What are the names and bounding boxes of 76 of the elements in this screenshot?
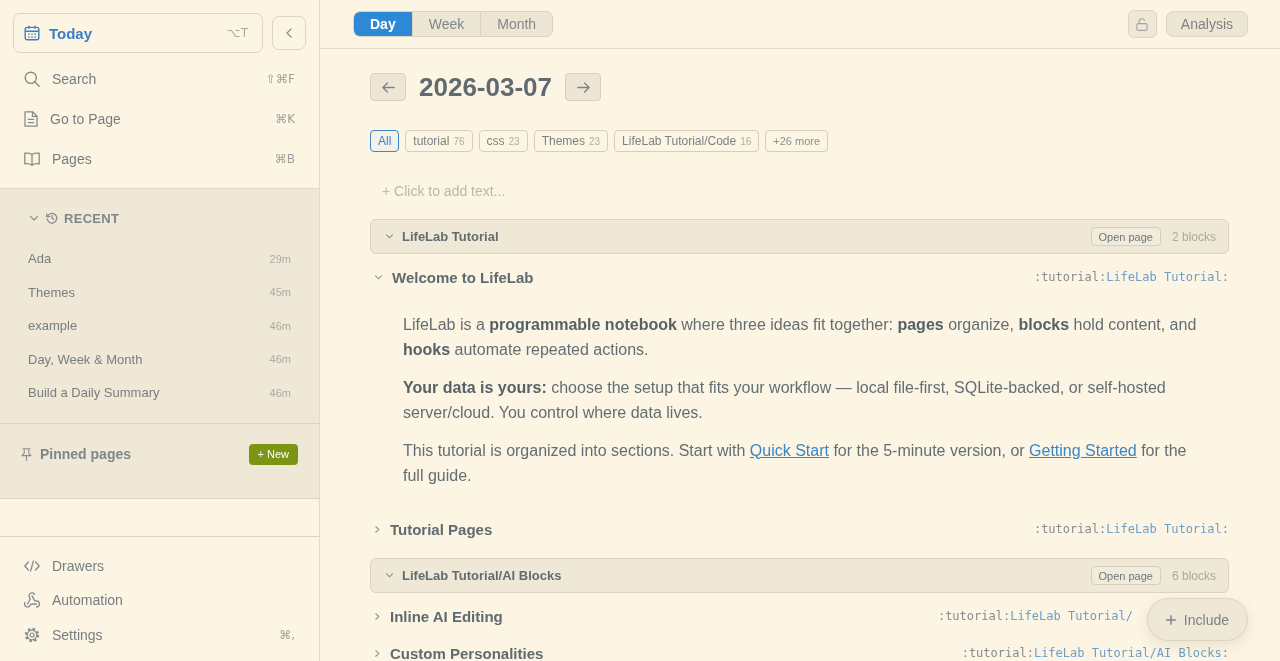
nav-item[interactable]: Drawers xyxy=(12,548,306,583)
keyboard-shortcut: ⌘K xyxy=(275,112,295,126)
keyboard-shortcut: ⌘, xyxy=(279,627,295,642)
caret-down-icon[interactable] xyxy=(375,274,382,280)
page-group-header[interactable]: LifeLab Tutorial Open page 2 blocks xyxy=(370,219,1229,254)
pinned-pages-heading: Pinned pages xyxy=(40,446,132,462)
nav-item[interactable]: Search ⇧⌘F xyxy=(12,59,306,99)
history-icon xyxy=(46,212,58,224)
open-page-button[interactable]: Open page xyxy=(1090,227,1161,246)
block-count: 6 blocks xyxy=(1171,568,1216,583)
pin-icon xyxy=(21,447,32,461)
next-day-button[interactable] xyxy=(565,73,601,101)
block-title[interactable]: Welcome to LifeLab xyxy=(392,268,534,286)
tag-filter[interactable]: tutorial 76 xyxy=(405,130,473,152)
settings-icon xyxy=(24,626,40,643)
recent-section-header[interactable]: RECENT xyxy=(28,208,291,228)
body-paragraph: LifeLab is a programmable notebook where three ideas fit together: pages organize, blocks hold content, and hooks automate repeated actions. xyxy=(403,314,1198,360)
page-link[interactable]: LifeLab Tutorial/ xyxy=(1010,609,1133,623)
view-tab[interactable]: Week xyxy=(411,12,481,36)
block-title[interactable]: Tutorial Pages xyxy=(390,520,493,538)
body-paragraph: Your data is yours: choose the setup that fits your workflow — local file-first, SQLite-backed, or self-hosted server/cloud. You control where data lives. xyxy=(403,377,1167,423)
recent-page-item[interactable]: example 46m xyxy=(28,309,291,343)
paragraph-link[interactable]: Quick Start xyxy=(749,441,829,459)
page-link[interactable]: LifeLab Tutorial/AI Blocks xyxy=(1033,646,1222,660)
new-pinned-page-button[interactable]: + New xyxy=(248,443,298,465)
page-link[interactable]: LifeLab Tutorial xyxy=(1106,270,1222,284)
view-tab[interactable]: Day xyxy=(354,12,412,36)
body-paragraph: This tutorial is organized into sections. Start with Quick Start for the 5-minute version, or Getting Started for the full guide. xyxy=(403,440,1188,486)
tag-filter[interactable]: css 23 xyxy=(478,130,528,152)
add-text-field[interactable]: + Click to add text... xyxy=(370,181,682,201)
arrow-left-icon xyxy=(381,81,395,93)
block-tags: :tutorial:LifeLab Tutorial/ xyxy=(937,609,1133,623)
book-icon xyxy=(24,152,40,166)
recent-page-item[interactable]: Ada 29m xyxy=(28,242,291,276)
page-link[interactable]: LifeLab Tutorial xyxy=(1106,522,1222,536)
block-title[interactable]: Custom Personalities xyxy=(390,644,544,661)
recent-page-item[interactable]: Day, Week & Month 46m xyxy=(28,342,291,376)
lock-button[interactable] xyxy=(1127,10,1157,38)
tag-filter[interactable]: Themes 23 xyxy=(533,130,609,152)
paragraph-link[interactable]: Getting Started xyxy=(1029,441,1137,459)
arrow-right-icon xyxy=(576,81,590,93)
nav-item[interactable]: Automation xyxy=(12,583,306,618)
plus-icon xyxy=(1165,614,1176,625)
search-icon xyxy=(24,71,40,87)
today-button[interactable]: Today ⌥T xyxy=(13,13,263,53)
block-tags: :tutorial:LifeLab Tutorial: xyxy=(1033,522,1229,536)
block-title[interactable]: Inline AI Editing xyxy=(390,607,503,625)
tag-filter[interactable]: LifeLab Tutorial/Code 16 xyxy=(614,130,760,152)
keyboard-shortcut: ⌘B xyxy=(274,152,295,166)
recent-page-item[interactable]: Build a Daily Summary 46m xyxy=(28,376,291,410)
nav-item[interactable]: Pages ⌘B xyxy=(12,139,306,179)
collapse-sidebar-button[interactable] xyxy=(272,16,306,50)
chevron-left-icon xyxy=(286,28,292,38)
view-tab[interactable]: Month xyxy=(480,12,553,36)
code-icon xyxy=(24,559,40,572)
caret-right-icon[interactable] xyxy=(375,649,380,657)
caret-right-icon[interactable] xyxy=(375,612,380,620)
document-icon xyxy=(24,111,38,127)
tag-filter[interactable]: All xyxy=(370,130,400,152)
calendar-icon xyxy=(24,25,40,41)
caret-right-icon[interactable] xyxy=(375,525,380,533)
webhook-icon xyxy=(24,592,40,609)
block-tags: :tutorial:LifeLab Tutorial: xyxy=(1033,270,1229,284)
date-title: 2026-03-07 xyxy=(419,73,552,101)
more-tags-button[interactable]: +26 more xyxy=(765,130,829,152)
recent-page-item[interactable]: Themes 45m xyxy=(28,275,291,309)
block-count: 2 blocks xyxy=(1171,229,1216,244)
open-page-button[interactable]: Open page xyxy=(1090,566,1161,585)
include-button[interactable]: Include xyxy=(1146,598,1248,641)
page-group-header[interactable]: LifeLab Tutorial/AI Blocks Open page 6 blocks xyxy=(370,558,1229,593)
nav-item[interactable]: Go to Page ⌘K xyxy=(12,99,306,139)
previous-day-button[interactable] xyxy=(370,73,406,101)
keyboard-shortcut: ⇧⌘F xyxy=(266,72,295,86)
block-tags: :tutorial:LifeLab Tutorial/AI Blocks: xyxy=(961,646,1229,660)
analysis-button[interactable]: Analysis xyxy=(1165,11,1248,37)
nav-item[interactable]: Settings ⌘, xyxy=(12,617,306,652)
